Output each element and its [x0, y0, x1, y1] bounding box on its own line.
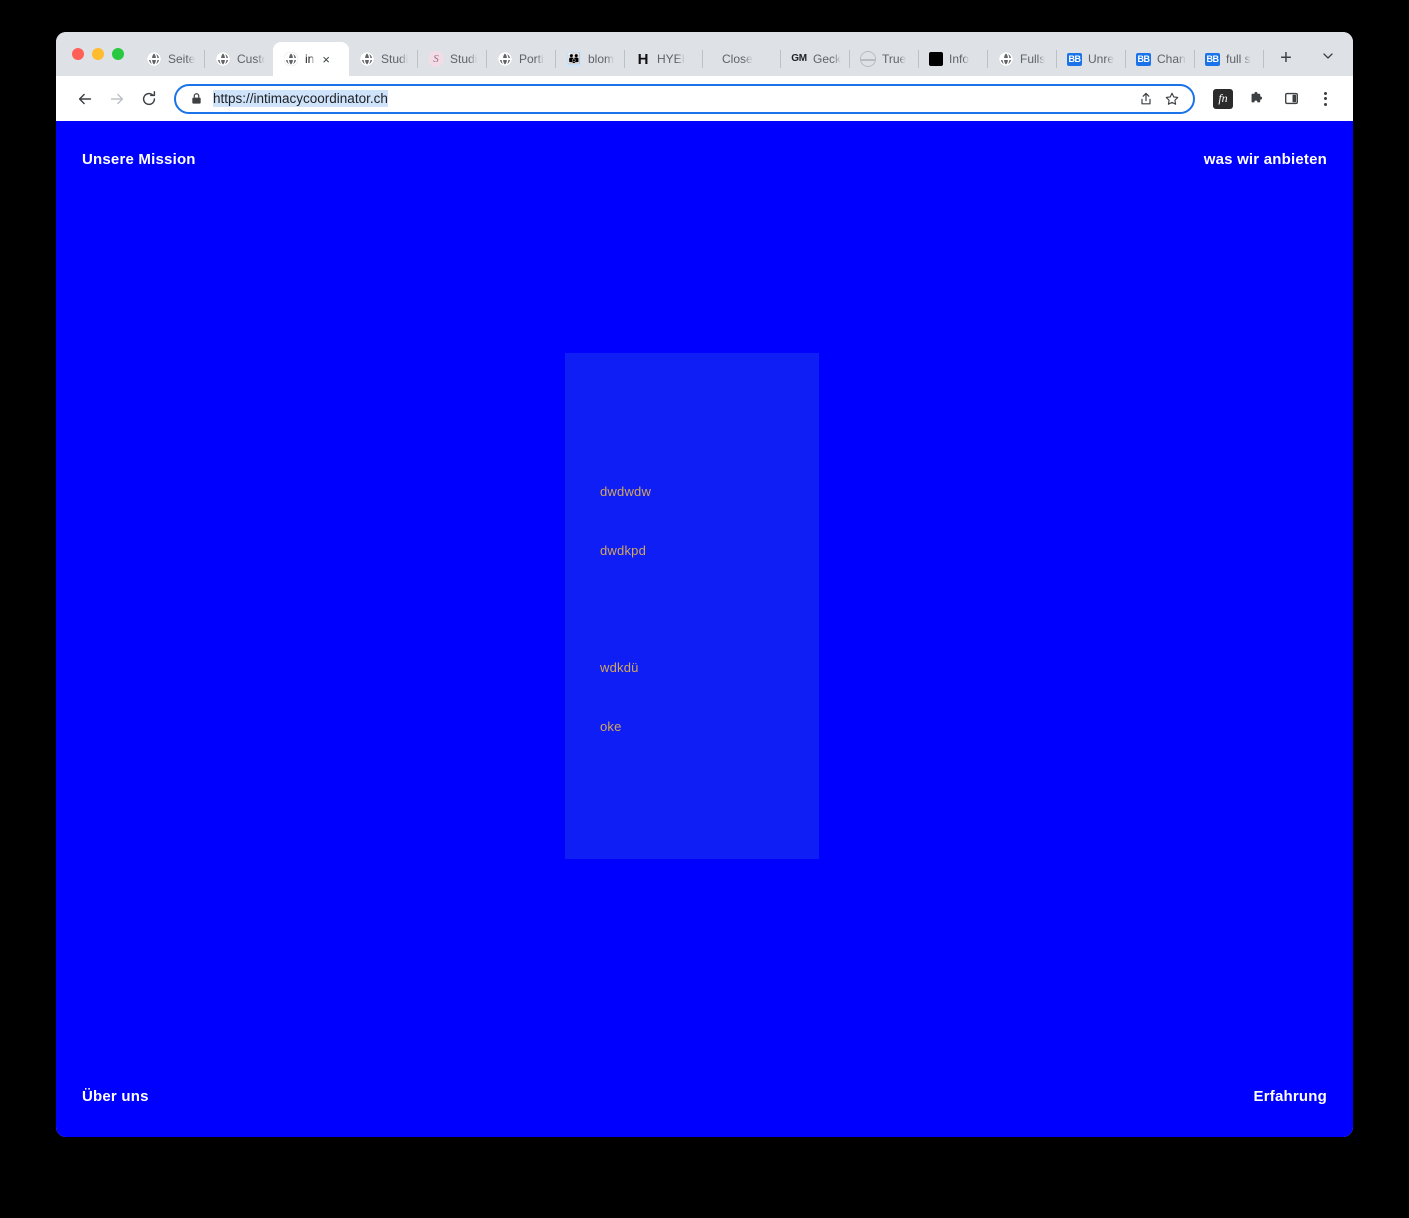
- tab-list: Seite Custo in ×: [136, 32, 1307, 76]
- center-panel: dwdwdw dwdkpd wdkdü oke: [565, 353, 819, 859]
- nav-link-ueber-uns[interactable]: Über uns: [82, 1088, 149, 1105]
- browser-tab-3[interactable]: Studi: [349, 42, 417, 76]
- tab-title: Geck: [813, 52, 841, 66]
- browser-tab-6[interactable]: 👪 blom: [556, 42, 624, 76]
- tab-title: Unre: [1088, 52, 1115, 66]
- puzzle-icon[interactable]: [1243, 85, 1271, 113]
- browser-tab-14[interactable]: BB Chan: [1126, 42, 1194, 76]
- globe-icon: [215, 51, 231, 67]
- new-tab-button[interactable]: +: [1272, 44, 1300, 72]
- browser-tab-10[interactable]: True: [850, 42, 918, 76]
- panel-item-2[interactable]: wdkdü: [600, 660, 639, 675]
- nav-link-erfahrung[interactable]: Erfahrung: [1254, 1088, 1327, 1105]
- lock-icon: [190, 92, 203, 105]
- back-button[interactable]: [70, 84, 100, 114]
- bb-blue-icon: BB: [1067, 52, 1082, 66]
- s-letter-icon: S: [428, 51, 444, 67]
- browser-tab-7[interactable]: H HYEI: [625, 42, 693, 76]
- side-panel-icon[interactable]: [1277, 85, 1305, 113]
- tab-strip: Seite Custo in ×: [56, 32, 1353, 76]
- h-letter-icon: H: [637, 50, 649, 68]
- chevron-down-icon[interactable]: [1313, 41, 1343, 71]
- globe-icon: [146, 51, 162, 67]
- close-window-button[interactable]: [72, 48, 84, 60]
- tab-separator: [702, 50, 703, 68]
- window-traffic-lights: [66, 32, 136, 76]
- reload-button[interactable]: [134, 84, 164, 114]
- dotted-globe-icon: [860, 51, 876, 67]
- browser-tab-11[interactable]: Info: [919, 42, 987, 76]
- minimize-window-button[interactable]: [92, 48, 104, 60]
- tab-title: Porti: [519, 52, 544, 66]
- browser-tab-8[interactable]: Close: [712, 42, 780, 76]
- fn-extension-icon[interactable]: fn: [1209, 85, 1237, 113]
- bb-blue-icon: BB: [1136, 52, 1151, 66]
- tab-title: True: [882, 52, 907, 66]
- globe-icon: [998, 51, 1014, 67]
- gm-letters-icon: GM: [791, 53, 807, 64]
- browser-tab-15[interactable]: BB full s: [1195, 42, 1263, 76]
- three-dot-menu-icon[interactable]: [1311, 85, 1339, 113]
- tab-title: Chan: [1157, 52, 1186, 66]
- menu-dots: [1323, 91, 1327, 106]
- tab-title: full s: [1226, 52, 1251, 66]
- address-bar[interactable]: https://intimacycoordinator.ch: [174, 83, 1195, 114]
- people-icon: 👪: [566, 51, 582, 67]
- browser-tab-1[interactable]: Custo: [205, 42, 273, 76]
- black-square-icon: [929, 52, 943, 66]
- tab-title: Seite: [168, 52, 196, 66]
- tab-separator: [1263, 50, 1264, 68]
- browser-tab-9[interactable]: GM Geck: [781, 42, 849, 76]
- tab-title: Studi: [450, 52, 478, 66]
- browser-tab-0[interactable]: Seite: [136, 42, 204, 76]
- browser-window: Seite Custo in ×: [56, 32, 1353, 1137]
- share-icon[interactable]: [1133, 86, 1159, 112]
- browser-tab-4[interactable]: S Studi: [418, 42, 486, 76]
- globe-icon: [283, 51, 299, 67]
- nav-link-unsere-mission[interactable]: Unsere Mission: [82, 151, 196, 168]
- panel-item-0[interactable]: dwdwdw: [600, 484, 651, 499]
- tab-title: in: [305, 52, 315, 66]
- panel-item-3[interactable]: oke: [600, 719, 622, 734]
- star-icon[interactable]: [1159, 86, 1185, 112]
- tab-title: Close: [722, 52, 753, 66]
- browser-tab-5[interactable]: Porti: [487, 42, 555, 76]
- tab-title: Fulls: [1020, 52, 1046, 66]
- globe-icon: [497, 51, 513, 67]
- page-viewport: Unsere Mission was wir anbieten Über uns…: [56, 121, 1353, 1137]
- forward-button[interactable]: [102, 84, 132, 114]
- bb-blue-icon: BB: [1205, 52, 1220, 66]
- zoom-window-button[interactable]: [112, 48, 124, 60]
- url-text[interactable]: https://intimacycoordinator.ch: [213, 90, 388, 107]
- browser-tab-12[interactable]: Fulls: [988, 42, 1056, 76]
- nav-link-was-wir-anbieten[interactable]: was wir anbieten: [1204, 151, 1327, 168]
- browser-tab-active[interactable]: in ×: [273, 42, 349, 76]
- browser-toolbar: https://intimacycoordinator.ch fn: [56, 76, 1353, 121]
- tab-title: blom: [588, 52, 615, 66]
- close-tab-icon[interactable]: ×: [322, 53, 330, 66]
- browser-tab-13[interactable]: BB Unre: [1057, 42, 1125, 76]
- tab-title: Studi: [381, 52, 409, 66]
- panel-item-1[interactable]: dwdkpd: [600, 543, 646, 558]
- tab-title: Info: [949, 52, 970, 66]
- tab-title: HYEI: [657, 52, 685, 66]
- tab-title: Custo: [237, 52, 265, 66]
- globe-icon: [359, 51, 375, 67]
